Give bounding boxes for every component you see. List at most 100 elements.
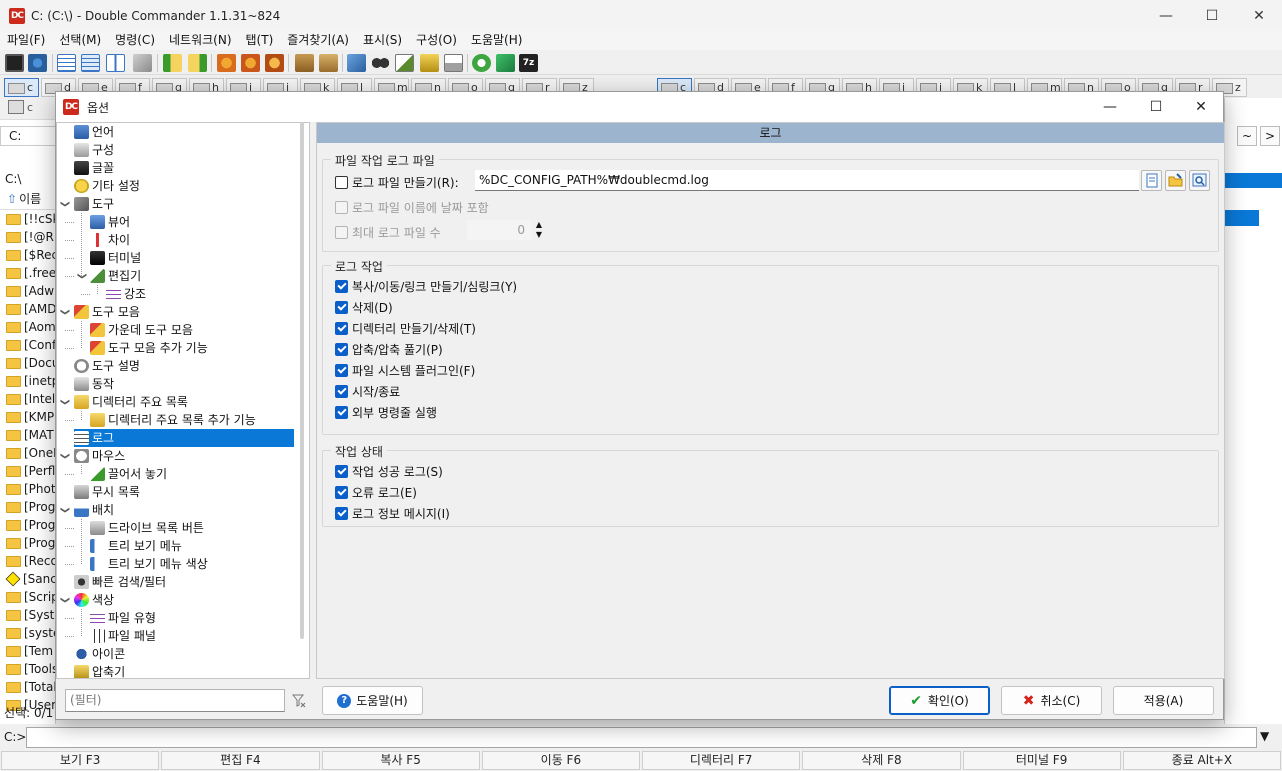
create-log-file-checkbox[interactable]: 로그 파일 만들기(R):: [335, 174, 459, 191]
terminal-tool-icon[interactable]: [5, 54, 24, 72]
checkbox-box[interactable]: [335, 301, 348, 314]
tree-node-file-types[interactable]: 파일 유형: [90, 609, 156, 627]
tree-node-highlight[interactable]: 강조: [106, 285, 146, 303]
menu-item-7[interactable]: 구성(O): [409, 31, 464, 50]
file-list-row[interactable]: [MAT: [0, 426, 56, 444]
tree-node-mouse[interactable]: 마우스: [74, 447, 125, 465]
history-button[interactable]: ~: [1237, 126, 1257, 146]
ok-button[interactable]: ✔ 확인(O): [889, 686, 990, 715]
search-binoculars-icon[interactable]: [371, 54, 390, 72]
tree-expand-chevron-icon[interactable]: ❯: [57, 452, 74, 461]
pack-files-icon[interactable]: [295, 54, 314, 72]
forward-button[interactable]: >: [1260, 126, 1280, 146]
tree-node-ignore-list[interactable]: 무시 목록: [74, 483, 140, 501]
checkbox-ops-6[interactable]: 외부 명령줄 실행: [335, 404, 437, 421]
tree-expand-chevron-icon[interactable]: ❯: [57, 596, 74, 605]
file-list-row[interactable]: [Aom: [0, 318, 56, 336]
menu-item-6[interactable]: 표시(S): [356, 31, 409, 50]
tree-node-editor[interactable]: 편집기: [90, 267, 141, 285]
tree-node-font[interactable]: 글꼴: [74, 159, 114, 177]
clear-filter-icon[interactable]: [292, 694, 306, 708]
file-list-row[interactable]: [Prog: [0, 498, 56, 516]
menu-item-5[interactable]: 즐겨찾기(A): [280, 31, 356, 50]
checkbox-box[interactable]: [335, 486, 348, 499]
file-list-row[interactable]: [Total: [0, 678, 56, 696]
checkbox-status-2[interactable]: 로그 정보 메시지(I): [335, 505, 450, 522]
view-log-file-button[interactable]: [1141, 170, 1162, 191]
unselect-group-icon[interactable]: [241, 54, 260, 72]
checkbox-box[interactable]: [335, 465, 348, 478]
clipboard-icon[interactable]: [444, 54, 463, 72]
tree-node-toolbar-extra[interactable]: 도구 모음 추가 기능: [90, 339, 208, 357]
tree-filter-input[interactable]: (필터): [65, 689, 285, 712]
left-drive-button-c[interactable]: c: [4, 78, 39, 97]
include-date-checkbox[interactable]: 로그 파일 이름에 날짜 포함: [335, 199, 489, 216]
function-key-button-5[interactable]: 삭제 F8: [802, 751, 961, 770]
right-selected-row[interactable]: [1225, 210, 1259, 226]
multi-rename-icon[interactable]: [347, 54, 366, 72]
menu-item-0[interactable]: 파일(F): [0, 31, 52, 50]
checkbox-status-0[interactable]: 작업 성공 로그(S): [335, 463, 443, 480]
file-list-row[interactable]: [Scrip: [0, 588, 56, 606]
tree-node-config[interactable]: 구성: [74, 141, 114, 159]
max-log-files-spinbox[interactable]: 0: [467, 220, 531, 240]
tree-node-icons[interactable]: 아이콘: [74, 645, 125, 663]
edit-icon[interactable]: [395, 54, 414, 72]
copy-to-left-icon[interactable]: [163, 54, 182, 72]
tree-node-quick-search[interactable]: 빠른 검색/필터: [74, 573, 166, 591]
checkbox-ops-1[interactable]: 삭제(D): [335, 299, 393, 316]
file-list-row[interactable]: [Tem: [0, 642, 56, 660]
maximize-button[interactable]: ☐: [1189, 0, 1235, 31]
notepad-icon[interactable]: [420, 54, 439, 72]
dialog-maximize-button[interactable]: ☐: [1133, 92, 1179, 122]
spin-up-icon[interactable]: ▲: [533, 220, 545, 230]
checkbox-box[interactable]: [335, 385, 348, 398]
options-tree-scrollbar[interactable]: [300, 122, 304, 639]
file-list-row[interactable]: [Tools: [0, 660, 56, 678]
max-log-files-box[interactable]: [335, 226, 348, 239]
tree-node-diff[interactable]: 차이: [90, 231, 130, 249]
tree-node-drive-list[interactable]: 드라이브 목록 버튼: [90, 519, 204, 537]
log-file-path-input[interactable]: %DC_CONFIG_PATH%₩doublecmd.log: [475, 170, 1139, 191]
tree-node-misc[interactable]: 기타 설정: [74, 177, 140, 195]
tree-node-hotlist-extra[interactable]: 디렉터리 주요 목록 추가 기능: [90, 411, 256, 429]
file-list-row[interactable]: [Sanc: [0, 570, 56, 588]
file-list-row[interactable]: [.free: [0, 264, 56, 282]
tree-node-toolbar[interactable]: 도구 모음: [74, 303, 140, 321]
full-view-icon[interactable]: [81, 54, 100, 72]
menu-item-2[interactable]: 명령(C): [108, 31, 162, 50]
checkbox-box[interactable]: [335, 322, 348, 335]
left-file-panel[interactable]: c C: C:\ ⇧ 이름 [!!cSk [!@RI [$Rec [.free [Adw […: [0, 98, 56, 724]
function-key-button-2[interactable]: 복사 F5: [321, 751, 480, 770]
checkbox-ops-3[interactable]: 압축/압축 풀기(P): [335, 341, 443, 358]
tree-node-tooltip[interactable]: 도구 설명: [74, 357, 140, 375]
checkbox-box[interactable]: [335, 280, 348, 293]
dialog-minimize-button[interactable]: —: [1087, 92, 1133, 122]
tree-node-log[interactable]: 로그: [74, 429, 294, 447]
tree-node-archiver[interactable]: 압축기: [74, 663, 125, 678]
options-tree[interactable]: 언어 구성 글꼴 기타 설정 ❯ 도구 뷰어 차이 터미널 ❯ 편집기 강조 ❯ 도구 모음 가운데 도구 …: [56, 122, 310, 679]
options-gear-icon[interactable]: [28, 54, 47, 72]
checkbox-box[interactable]: [335, 364, 348, 377]
checkbox-box[interactable]: [335, 343, 348, 356]
tree-expand-chevron-icon[interactable]: ❯: [57, 398, 74, 407]
function-key-button-0[interactable]: 보기 F3: [1, 751, 160, 770]
include-date-box[interactable]: [335, 201, 348, 214]
unpack-files-icon[interactable]: [319, 54, 338, 72]
dialog-close-button[interactable]: ✕: [1178, 92, 1224, 122]
command-history-chevron-down-icon[interactable]: ▼: [1260, 729, 1269, 743]
checkbox-ops-2[interactable]: 디렉터리 만들기/삭제(T): [335, 320, 476, 337]
menu-item-3[interactable]: 네트워크(N): [162, 31, 239, 50]
checkbox-ops-4[interactable]: 파일 시스템 플러그인(F): [335, 362, 475, 379]
spin-down-icon[interactable]: ▼: [533, 230, 545, 240]
function-key-button-6[interactable]: 터미널 F9: [962, 751, 1121, 770]
file-list-row[interactable]: [KMP: [0, 408, 56, 426]
book-icon[interactable]: [496, 54, 515, 72]
file-list-row[interactable]: [Adw: [0, 282, 56, 300]
close-button[interactable]: ✕: [1236, 0, 1282, 31]
checkbox-status-1[interactable]: 오류 로그(E): [335, 484, 417, 501]
max-log-files-checkbox[interactable]: 최대 로그 파일 수: [335, 224, 441, 241]
file-list-row[interactable]: [syste: [0, 624, 56, 642]
help-button[interactable]: ? 도움말(H): [322, 686, 423, 715]
tree-expand-chevron-icon[interactable]: ❯: [57, 200, 74, 209]
